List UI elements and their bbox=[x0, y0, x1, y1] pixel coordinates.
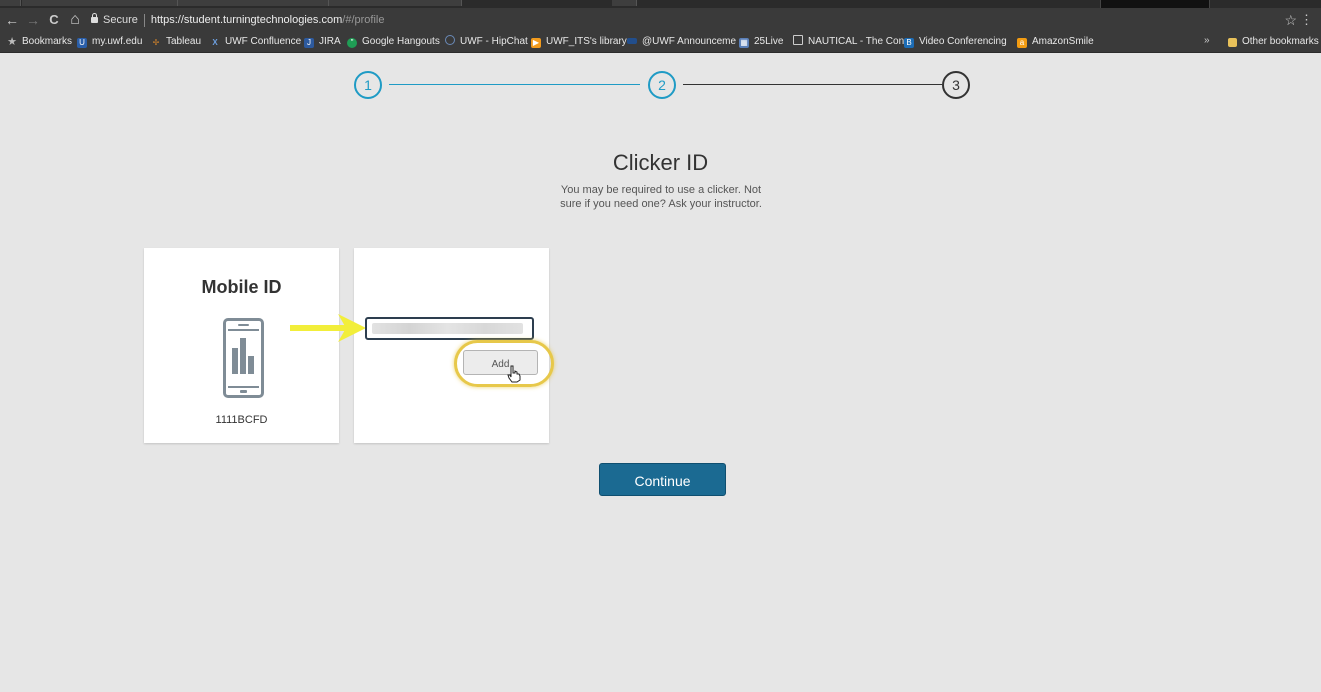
tab-strip bbox=[0, 0, 1321, 19]
divider bbox=[143, 13, 145, 27]
tab[interactable] bbox=[612, 0, 637, 6]
bookmark-video-conferencing[interactable]: B Video Conferencing bbox=[904, 35, 1007, 49]
forward-icon[interactable]: → bbox=[25, 11, 41, 29]
mobile-device-id: 1111BCFD bbox=[215, 414, 268, 426]
phone-chart-icon bbox=[223, 318, 264, 398]
menu-icon[interactable]: ⋮ bbox=[1300, 12, 1313, 28]
input-redacted-value bbox=[372, 323, 523, 334]
bookmark-library[interactable]: ▶ UWF_ITS's library bbox=[531, 35, 627, 49]
step-2: 2 bbox=[648, 71, 676, 99]
bookmark-hangouts[interactable]: " Google Hangouts bbox=[347, 35, 440, 49]
page-title: Clicker ID bbox=[612, 150, 709, 175]
bookmark-hipchat[interactable]: UWF - HipChat bbox=[445, 35, 528, 49]
bookmark-jira[interactable]: J JIRA bbox=[304, 35, 341, 49]
bookmark-announcements[interactable]: @UWF Announceme bbox=[627, 35, 736, 49]
progress-stepper: 1 2 3 bbox=[354, 71, 970, 99]
bookmark-25live[interactable]: ▦ 25Live bbox=[739, 35, 783, 49]
pointer-arrow-icon bbox=[290, 314, 366, 342]
other-bookmarks[interactable]: Other bookmarks bbox=[1228, 35, 1319, 49]
bookmarks-overflow-icon[interactable]: » bbox=[1204, 35, 1210, 46]
secure-label: Secure bbox=[103, 14, 138, 26]
url-host: https://student.turningtechnologies.com bbox=[150, 14, 343, 26]
bookmark-myuwf[interactable]: Umy.uwf.edu bbox=[77, 35, 142, 49]
home-icon[interactable]: ⌂ bbox=[67, 11, 83, 29]
bookmark-star-icon[interactable]: ☆ bbox=[1284, 12, 1297, 29]
browser-toolbar: ← → C ⌂ Secure https://student.turningtec… bbox=[0, 8, 1321, 32]
tab[interactable] bbox=[0, 0, 21, 6]
step-3: 3 bbox=[942, 71, 970, 99]
step-1: 1 bbox=[354, 71, 382, 99]
tab[interactable] bbox=[329, 0, 462, 6]
tab[interactable] bbox=[22, 0, 178, 6]
url-path: /#/profile bbox=[342, 14, 385, 26]
add-clicker-button[interactable]: Add bbox=[463, 350, 538, 375]
bookmark-bookmarks[interactable]: ★ Bookmarks bbox=[7, 35, 72, 49]
reload-icon[interactable]: C bbox=[46, 11, 62, 29]
bookmark-tableau[interactable]: ✢ Tableau bbox=[151, 35, 201, 49]
bookmark-nautical[interactable]: NAUTICAL - The Con bbox=[793, 35, 904, 49]
address-bar[interactable]: Secure https://student.turningtechnologie… bbox=[91, 10, 1301, 30]
bookmark-confluence[interactable]: X UWF Confluence bbox=[210, 35, 301, 49]
step-connector bbox=[389, 84, 640, 85]
step-connector bbox=[683, 84, 942, 85]
tab[interactable] bbox=[178, 0, 329, 6]
bookmarks-bar: ★ Bookmarks Umy.uwf.edu ✢ Tableau X UWF Con… bbox=[0, 32, 1321, 53]
mobile-id-title: Mobile ID bbox=[201, 277, 282, 297]
lock-icon bbox=[91, 13, 98, 23]
bookmark-amazonsmile[interactable]: a AmazonSmile bbox=[1017, 35, 1094, 49]
page-subtitle: You may be required to use a clicker. No… bbox=[560, 184, 762, 210]
back-icon[interactable]: ← bbox=[4, 11, 20, 29]
continue-button[interactable]: Continue bbox=[599, 463, 726, 496]
hand-cursor-icon bbox=[507, 365, 521, 383]
